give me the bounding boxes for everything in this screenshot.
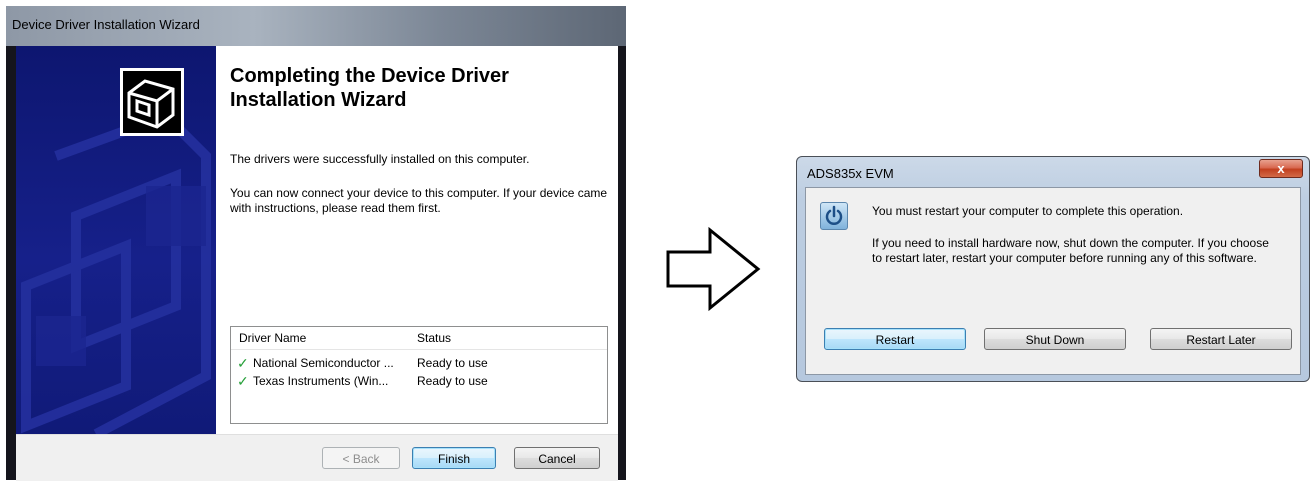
power-icon (820, 202, 848, 230)
check-icon: ✓ (237, 355, 249, 371)
list-item[interactable]: ✓ Texas Instruments (Win... Ready to use (231, 373, 607, 390)
driver-list-header: Driver Name Status (231, 327, 607, 350)
wizard-title: Device Driver Installation Wizard (12, 17, 200, 32)
restart-required-message: You must restart your computer to comple… (872, 204, 1184, 218)
shut-down-button[interactable]: Shut Down (984, 328, 1126, 350)
wizard-heading: Completing the Device Driver Installatio… (230, 65, 509, 111)
column-status[interactable]: Status (417, 331, 451, 345)
finish-button[interactable]: Finish (412, 447, 496, 469)
driver-list[interactable]: Driver Name Status ✓ National Semiconduc… (230, 326, 608, 424)
dialog-body: You must restart your computer to comple… (805, 187, 1301, 375)
column-driver-name[interactable]: Driver Name (239, 331, 306, 345)
check-icon: ✓ (237, 373, 249, 389)
wizard-panel: Completing the Device Driver Installatio… (16, 46, 618, 481)
close-button[interactable]: x (1259, 159, 1303, 178)
wizard-window: Device Driver Installation Wizard Comple… (6, 6, 626, 481)
dialog-title: ADS835x EVM (807, 166, 894, 181)
driver-status: Ready to use (417, 356, 488, 370)
wizard-success-message: The drivers were successfully installed … (230, 152, 530, 166)
restart-button[interactable]: Restart (824, 328, 966, 350)
driver-name: Texas Instruments (Win... (253, 374, 389, 388)
cancel-button[interactable]: Cancel (514, 447, 600, 469)
list-item[interactable]: ✓ National Semiconductor ... Ready to us… (231, 355, 607, 372)
driver-status: Ready to use (417, 374, 488, 388)
restart-later-button[interactable]: Restart Later (1150, 328, 1292, 350)
wizard-instructions-message: You can now connect your device to this … (230, 186, 608, 215)
wizard-banner-art (21, 110, 211, 434)
hardware-box-icon (120, 68, 184, 136)
wizard-content: Completing the Device Driver Installatio… (216, 46, 618, 434)
back-button[interactable]: < Back (322, 447, 400, 469)
restart-details-message: If you need to install hardware now, shu… (872, 236, 1269, 265)
restart-dialog: ADS835x EVM x You must restart your comp… (796, 156, 1310, 382)
right-arrow-icon (666, 226, 761, 312)
wizard-side-banner (16, 46, 216, 434)
driver-name: National Semiconductor ... (253, 356, 394, 370)
wizard-title-bar[interactable]: Device Driver Installation Wizard (6, 6, 626, 46)
wizard-button-bar: < Back Finish Cancel (16, 434, 618, 481)
